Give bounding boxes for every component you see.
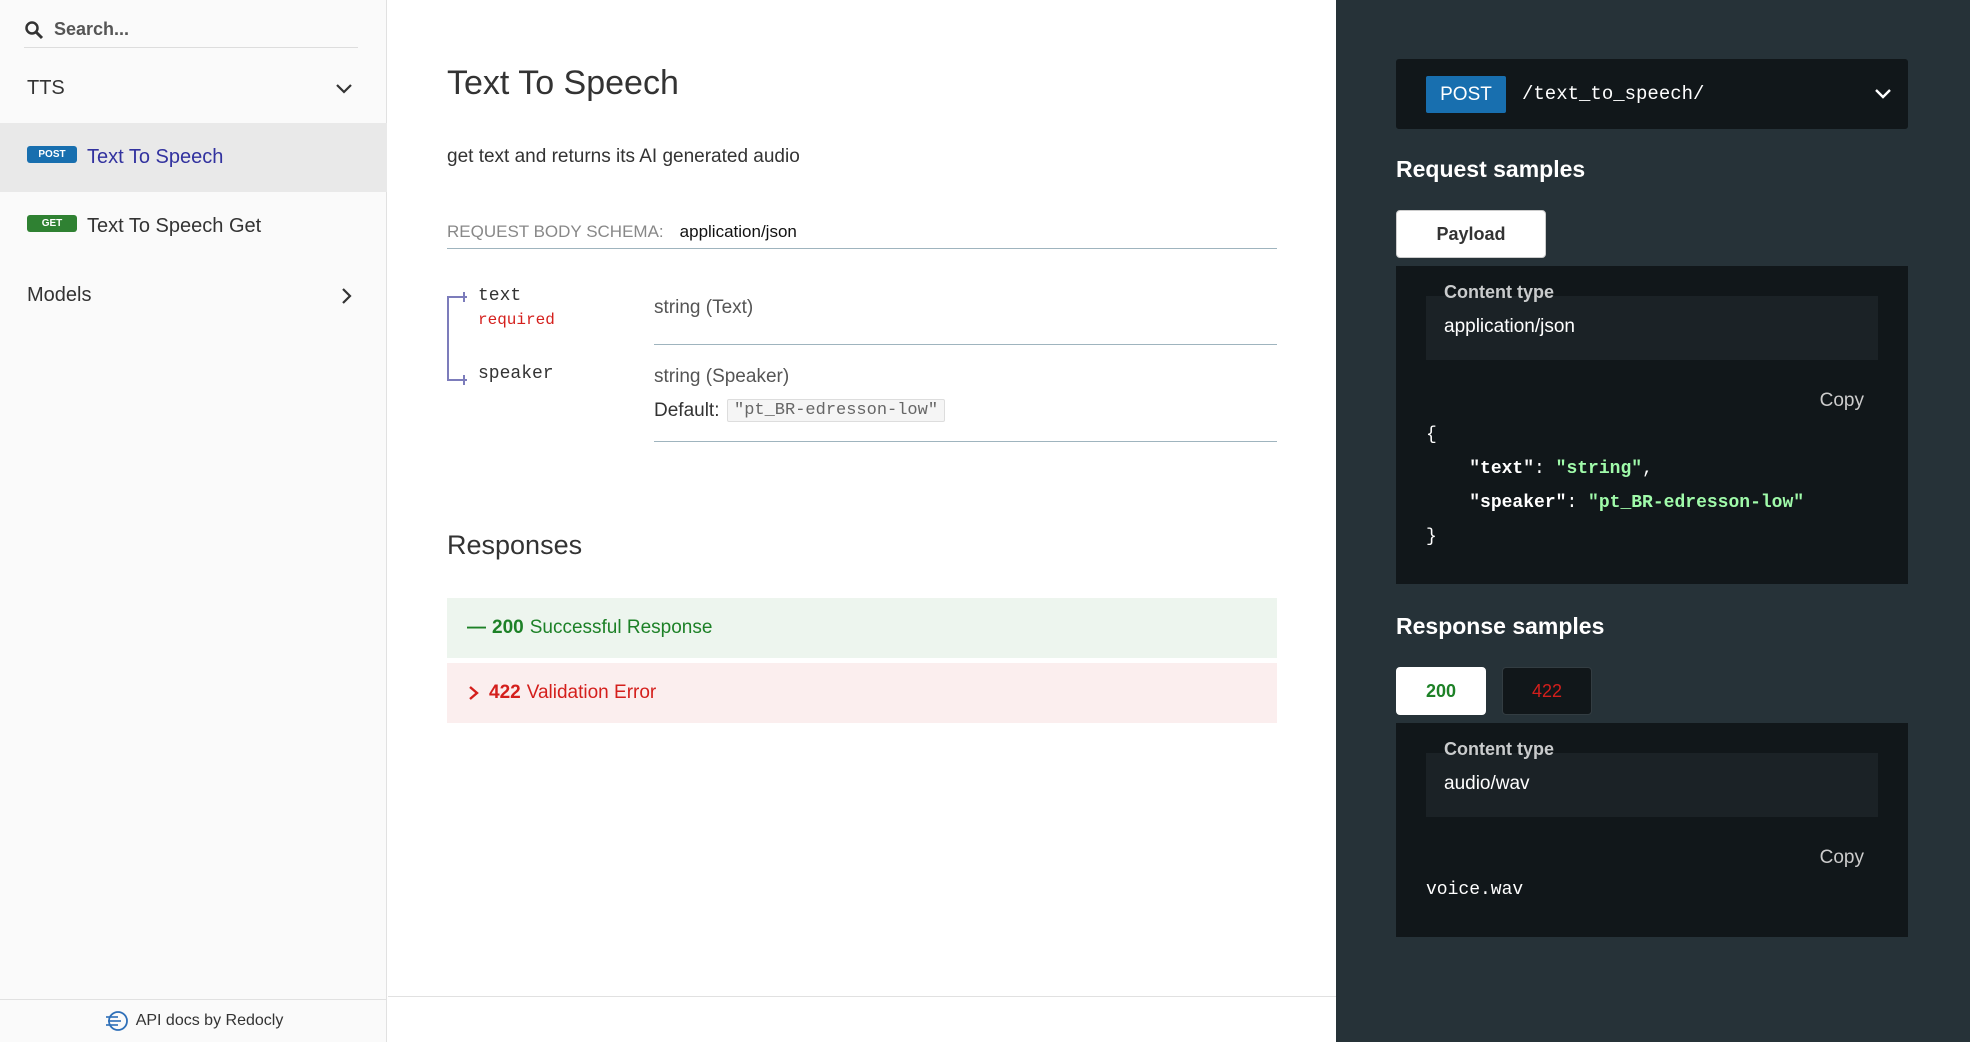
field-name-speaker: speaker <box>478 364 554 384</box>
endpoint-path: /text_to_speech/ <box>1522 83 1705 105</box>
field-separator <box>654 441 1277 442</box>
chevron-down-icon <box>1875 89 1891 99</box>
request-samples-title: Request samples <box>1396 156 1586 182</box>
content-type-label: Content type <box>1444 739 1554 759</box>
chevron-down-icon <box>336 83 352 94</box>
schema-label: REQUEST BODY SCHEMA: <box>447 222 664 241</box>
search-box[interactable] <box>24 12 358 48</box>
sidebar-group-label: TTS <box>27 77 65 99</box>
sidebar-item-text-to-speech-get[interactable]: GET Text To Speech Get <box>0 192 387 261</box>
response-label: Successful Response <box>529 617 713 638</box>
field-type-speaker: string (Speaker) <box>654 366 790 387</box>
sidebar-group-tts[interactable]: TTS <box>0 54 387 123</box>
tab-response-200[interactable]: 200 <box>1396 667 1486 715</box>
copy-button[interactable]: Copy <box>1820 390 1864 412</box>
page-title: Text To Speech <box>447 64 679 102</box>
request-sample-box: Content type application/json Copy { "te… <box>1396 266 1908 584</box>
sidebar-item-label: Text To Speech <box>87 146 224 168</box>
response-sample-box: Content type audio/wav Copy voice.wav <box>1396 723 1908 937</box>
schema-content-type: application/json <box>679 222 797 241</box>
default-value: "pt_BR-edresson-low" <box>727 399 946 422</box>
sidebar-group-models[interactable]: Models <box>0 261 387 330</box>
redocly-link[interactable]: API docs by Redocly <box>0 999 387 1042</box>
tree-line <box>447 296 449 381</box>
content-type-box: Content type audio/wav <box>1426 739 1878 817</box>
tab-response-422[interactable]: 422 <box>1502 667 1592 715</box>
sidebar-item-text-to-speech[interactable]: POST Text To Speech <box>0 123 387 192</box>
search-input[interactable] <box>54 19 334 40</box>
chevron-right-icon <box>342 287 352 304</box>
sidebar-item-label: Text To Speech Get <box>87 215 262 237</box>
get-badge: GET <box>27 215 77 232</box>
tab-payload[interactable]: Payload <box>1396 210 1546 258</box>
response-code: 200 <box>492 617 524 638</box>
operation-content: Text To Speech get text and returns its … <box>388 0 1336 1042</box>
default-label: Default: <box>654 400 720 421</box>
content-type-value: audio/wav <box>1444 773 1530 794</box>
operation-description: get text and returns its AI generated au… <box>447 146 800 167</box>
sidebar: TTS POST Text To Speech GET Text To Spee… <box>0 0 387 1042</box>
response-200[interactable]: — 200 Successful Response <box>447 598 1277 658</box>
copy-button[interactable]: Copy <box>1820 847 1864 869</box>
chevron-right-icon <box>469 686 479 700</box>
responses-title: Responses <box>447 530 583 560</box>
search-icon <box>25 20 44 39</box>
field-name-text: text <box>478 286 522 306</box>
field-type-text: string (Text) <box>654 297 754 318</box>
tree-line <box>463 292 465 302</box>
request-body-schema: REQUEST BODY SCHEMA: application/json <box>447 222 1277 249</box>
content-type-label: Content type <box>1444 282 1554 302</box>
required-label: required <box>478 311 555 329</box>
response-label: Validation Error <box>526 682 657 703</box>
footer-text: API docs by Redocly <box>135 1012 284 1029</box>
field-separator <box>654 344 1277 345</box>
endpoint-bar[interactable]: POST /text_to_speech/ <box>1396 59 1908 129</box>
response-samples-title: Response samples <box>1396 613 1605 639</box>
content-type-value: application/json <box>1444 316 1575 337</box>
collapse-dash-icon: — <box>467 617 486 638</box>
divider <box>388 996 1336 997</box>
payload-code: { "text": "string", "speaker": "pt_BR-ed… <box>1426 425 1805 547</box>
response-422[interactable]: 422 Validation Error <box>447 663 1277 723</box>
response-body: voice.wav <box>1426 880 1524 900</box>
post-badge: POST <box>27 146 77 163</box>
tree-line <box>463 375 465 385</box>
sidebar-group-label: Models <box>27 284 92 306</box>
response-code: 422 <box>489 682 521 703</box>
redocly-logo-icon <box>105 1011 128 1031</box>
http-method-badge: POST <box>1426 75 1506 113</box>
samples-panel: POST /text_to_speech/ Request samples Pa… <box>1336 0 1970 1042</box>
content-type-box: Content type application/json <box>1426 282 1878 360</box>
